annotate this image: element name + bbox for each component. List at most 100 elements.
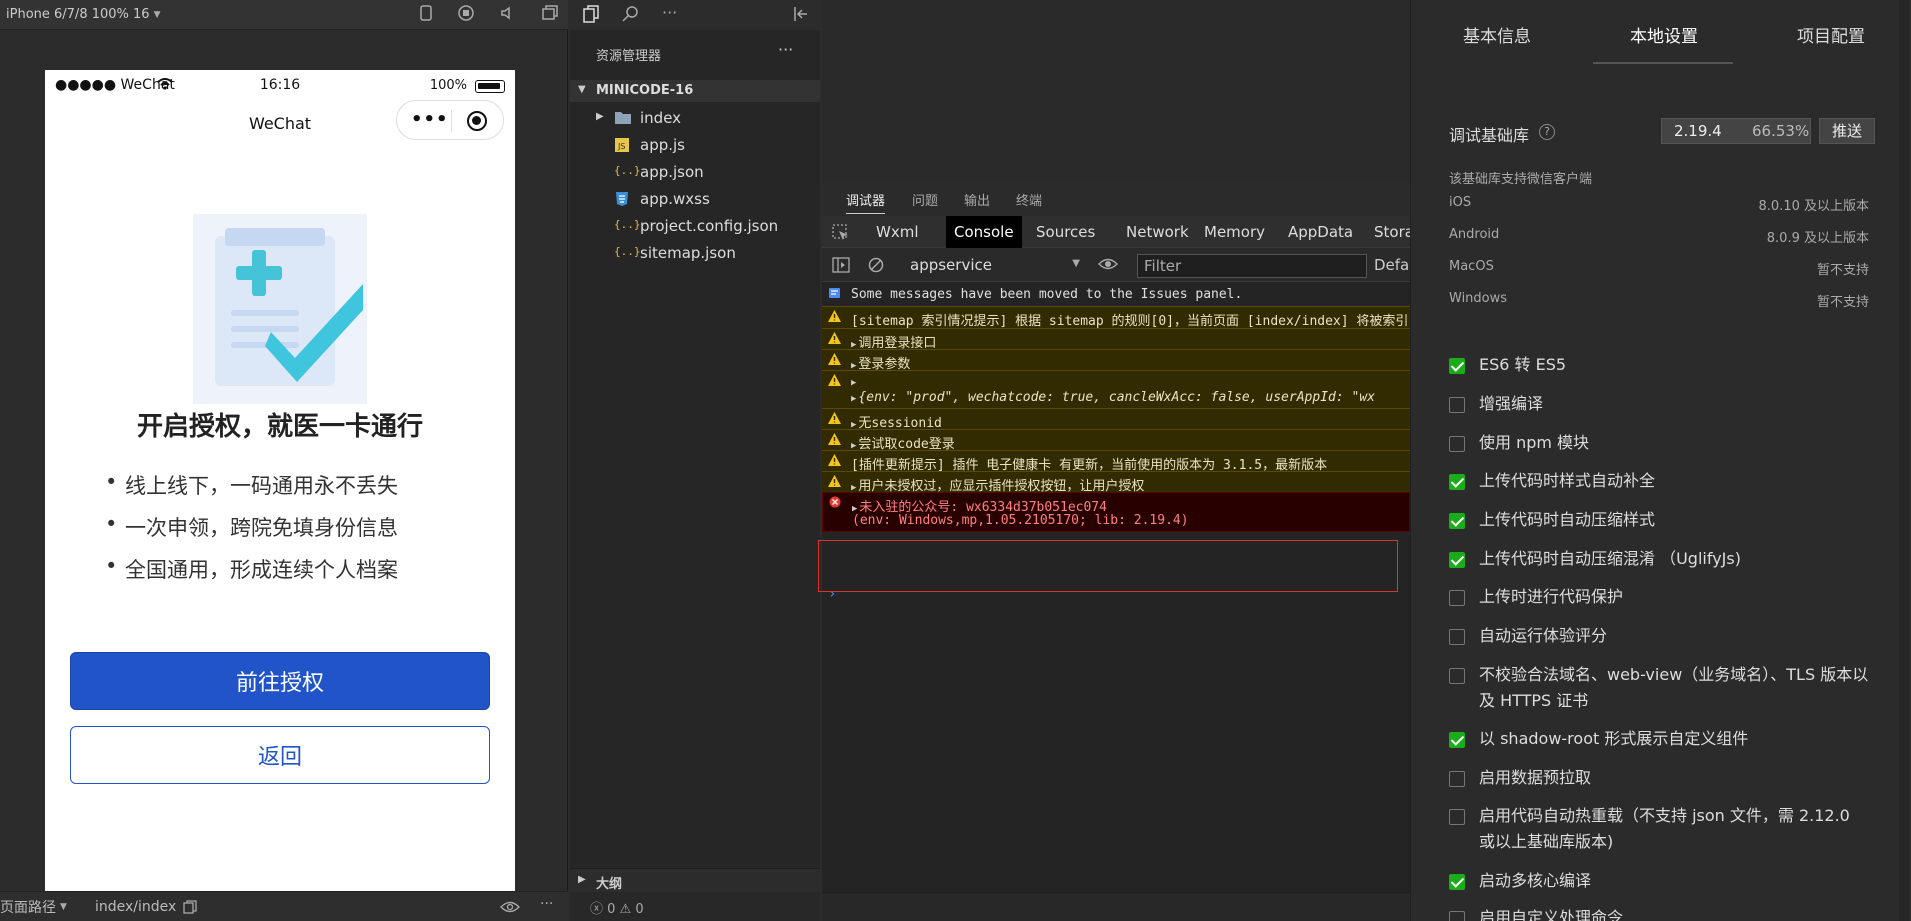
tab-appdata[interactable]: AppData [1280, 216, 1361, 248]
console-message[interactable]: ▶ 无sessionid [822, 408, 1410, 429]
checkbox[interactable] [1449, 397, 1465, 413]
sidebar-toggle-icon[interactable] [832, 257, 850, 277]
outline-section[interactable]: ▶ 大纲 [570, 868, 820, 892]
tab-memory[interactable]: Memory [1196, 216, 1273, 248]
tree-item-project-config[interactable]: {..} project.config.json [570, 213, 820, 239]
files-icon[interactable] [582, 5, 600, 27]
console-message[interactable]: ▶ 尝试取code登录 [822, 429, 1410, 450]
search-icon[interactable] [622, 5, 640, 27]
option-code-protect[interactable]: 上传时进行代码保护 [1449, 584, 1869, 610]
tree-item-app-json[interactable]: {..} app.json [570, 159, 820, 185]
option-shadow-root[interactable]: 以 shadow-root 形式展示自定义组件 [1449, 726, 1869, 752]
eye-icon[interactable] [1098, 257, 1118, 275]
window-icon[interactable] [542, 5, 558, 25]
context-select[interactable]: appservice ▼ [910, 256, 1080, 274]
checkbox[interactable] [1449, 668, 1465, 684]
settings-scrollbar[interactable] [1899, 0, 1909, 921]
message-text: 尝试取code登录 [858, 437, 955, 450]
tab-network[interactable]: Network [1118, 216, 1197, 248]
close-miniprogram-icon[interactable] [467, 111, 487, 131]
checkbox[interactable] [1449, 436, 1465, 452]
phone-icon[interactable] [420, 5, 432, 25]
copy-icon[interactable] [183, 900, 197, 918]
tab-debugger[interactable]: 调试器 [846, 190, 886, 214]
page-path-label[interactable]: 页面路径 [0, 897, 56, 917]
option-es6[interactable]: ES6 转 ES5 [1449, 352, 1869, 378]
tab-console[interactable]: Console [946, 216, 1022, 248]
more-icon[interactable]: ··· [662, 3, 677, 22]
tab-basic-info[interactable]: 基本信息 [1463, 22, 1531, 47]
volume-icon[interactable] [500, 5, 516, 25]
sdk-version-select[interactable]: 2.19.4 66.53% [1661, 118, 1811, 144]
expand-triangle-icon[interactable]: ▶ [851, 441, 856, 450]
project-root[interactable]: ▼ MINICODE-16 [570, 80, 820, 102]
checkbox[interactable] [1449, 911, 1465, 921]
more-icon[interactable]: ··· [540, 896, 553, 912]
checkbox[interactable] [1449, 552, 1465, 568]
expand-triangle-icon[interactable]: ▶ [851, 340, 856, 349]
console-message[interactable]: ▶ ▶ {env: "prod", wechatcode: true, cancl… [822, 370, 1410, 408]
more-icon[interactable]: ••• [411, 109, 449, 130]
checkbox[interactable] [1449, 809, 1465, 825]
checkbox[interactable] [1449, 513, 1465, 529]
chevron-down-icon[interactable]: ▼ [154, 10, 161, 20]
chevron-right-icon[interactable]: ▶ [578, 874, 586, 885]
chevron-down-icon[interactable]: ▼ [578, 84, 586, 95]
checkbox[interactable] [1449, 590, 1465, 606]
authorize-button[interactable]: 前往授权 [70, 652, 490, 710]
expand-triangle-icon[interactable]: ▶ [851, 378, 856, 388]
checkbox[interactable] [1449, 474, 1465, 490]
tab-output[interactable]: 输出 [964, 190, 990, 209]
console-message[interactable]: ▶ 登录参数 [822, 349, 1410, 370]
tab-local-settings[interactable]: 本地设置 [1630, 22, 1698, 47]
tab-sources[interactable]: Sources [1028, 216, 1103, 248]
tab-issues[interactable]: 问题 [912, 190, 938, 209]
expand-triangle-icon[interactable]: ▶ [851, 361, 856, 370]
option-npm[interactable]: 使用 npm 模块 [1449, 430, 1869, 456]
tree-item-sitemap[interactable]: {..} sitemap.json [570, 240, 820, 266]
tab-project-config[interactable]: 项目配置 [1797, 22, 1865, 47]
filter-input[interactable]: Filter [1137, 254, 1367, 278]
tree-item-app-js[interactable]: JS app.js [570, 132, 820, 158]
inspect-element-icon[interactable] [832, 224, 850, 246]
help-icon[interactable]: ? [1539, 124, 1555, 140]
chevron-down-icon[interactable]: ▼ [60, 902, 67, 912]
option-minify-style[interactable]: 上传代码时自动压缩样式 [1449, 507, 1869, 533]
tab-terminal[interactable]: 终端 [1016, 190, 1042, 209]
tab-wxml[interactable]: Wxml [868, 216, 927, 248]
chevron-down-icon[interactable]: ▼ [1072, 258, 1080, 269]
device-selector[interactable]: iPhone 6/7/8 100% 16 [0, 7, 150, 22]
option-prefetch[interactable]: 启用数据预拉取 [1449, 765, 1869, 791]
stop-icon[interactable] [458, 5, 474, 25]
console-message[interactable]: ▶ 用户未授权过，应显示插件授权按钮，让用户授权 [822, 471, 1410, 492]
collapse-panel-icon[interactable] [792, 5, 810, 27]
checkbox[interactable] [1449, 732, 1465, 748]
option-uglify[interactable]: 上传代码时自动压缩混淆 （UglifyJs) [1449, 546, 1869, 572]
chevron-right-icon[interactable]: ▶ [596, 111, 604, 122]
checkbox[interactable] [1449, 874, 1465, 890]
option-auto-audit[interactable]: 自动运行体验评分 [1449, 623, 1869, 649]
option-multi-core[interactable]: 启动多核心编译 [1449, 868, 1869, 894]
checkbox[interactable] [1449, 771, 1465, 787]
tree-item-index[interactable]: ▶ index [570, 105, 820, 131]
expand-triangle-icon[interactable]: ▶ [851, 420, 856, 429]
checkbox[interactable] [1449, 629, 1465, 645]
problem-counts[interactable]: ⓧ 0 ⚠ 0 [590, 898, 644, 917]
capsule-menu[interactable]: ••• [396, 100, 504, 140]
console-message[interactable]: ▶ 调用登录接口 [822, 328, 1410, 349]
expand-triangle-icon[interactable]: ▶ [851, 483, 856, 492]
clear-console-icon[interactable] [868, 257, 884, 277]
expand-triangle-icon[interactable]: ▶ [851, 394, 856, 404]
option-enhanced-compile[interactable]: 增强编译 [1449, 391, 1869, 417]
eye-icon[interactable] [500, 900, 520, 918]
option-custom-command[interactable]: 启用自定义处理命令 [1449, 905, 1869, 921]
checkbox[interactable] [1449, 358, 1465, 374]
option-hot-reload[interactable]: 启用代码自动热重载（不支持 json 文件，需 2.12.0 或以上基础库版本) [1449, 803, 1869, 855]
back-button[interactable]: 返回 [70, 726, 490, 784]
push-button[interactable]: 推送 [1819, 118, 1875, 144]
option-skip-domain-check[interactable]: 不校验合法域名、web-view（业务域名）、TLS 版本以及 HTTPS 证书 [1449, 662, 1869, 714]
option-autoprefix[interactable]: 上传代码时样式自动补全 [1449, 468, 1869, 494]
tree-item-app-wxss[interactable]: app.wxss [570, 186, 820, 212]
explorer-more-icon[interactable]: ··· [778, 40, 793, 59]
console-error[interactable]: ▶ 未入驻的公众号: wx6334d37b051ec074 (env: Windo… [822, 492, 1410, 532]
